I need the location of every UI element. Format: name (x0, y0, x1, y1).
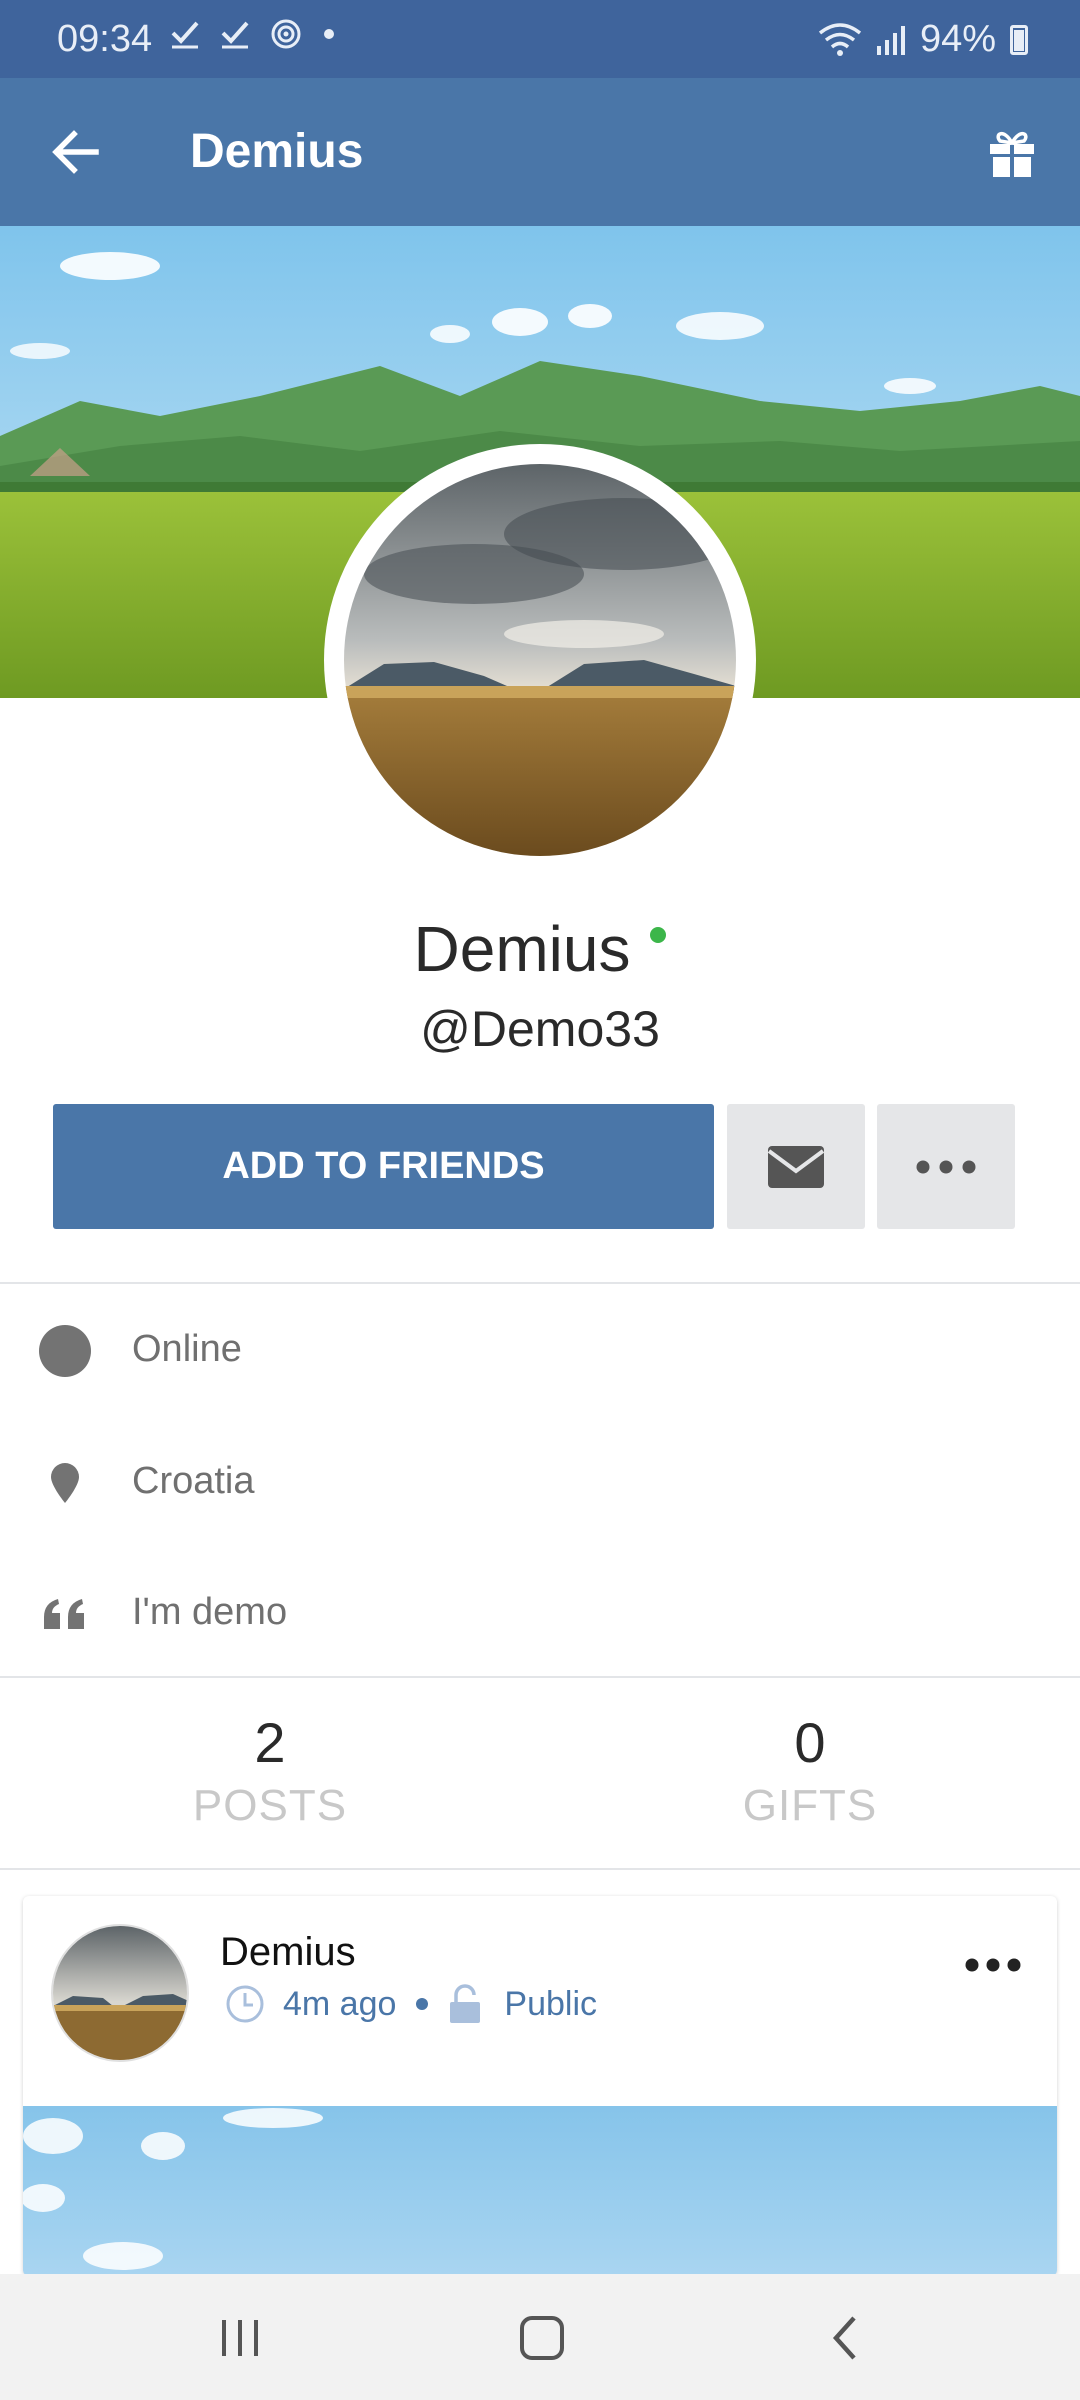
recent-apps-icon[interactable] (212, 2310, 268, 2366)
circle-icon (38, 1324, 92, 1378)
info-row-location: Croatia (0, 1436, 1080, 1526)
system-nav-bar (0, 2274, 1080, 2400)
separator-dot (416, 1998, 429, 2010)
avatar-image (344, 464, 736, 856)
stat-value: 0 (794, 1711, 826, 1774)
info-row-bio: I'm demo (0, 1567, 1080, 1657)
check-icon (171, 21, 199, 49)
unlock-icon (450, 1984, 481, 2023)
clock-icon (226, 1985, 264, 2023)
notification-icons (170, 18, 336, 50)
stat-label: POSTS (192, 1781, 348, 1830)
info-text: Croatia (132, 1460, 255, 1502)
wifi-icon (818, 22, 862, 56)
back-icon[interactable] (818, 2310, 874, 2366)
stat-posts[interactable]: 2 POSTS (0, 1710, 540, 1831)
home-icon[interactable] (514, 2310, 570, 2366)
more-dots-icon (916, 1160, 976, 1173)
battery-icon (1010, 24, 1028, 55)
divider (0, 1676, 1080, 1678)
divider (0, 1868, 1080, 1870)
status-bar: 09:34 94% (0, 0, 1080, 78)
battery-percent: 94% (919, 18, 996, 60)
info-row-status: Online (0, 1304, 1080, 1394)
app-bar: Demius (0, 78, 1080, 226)
more-dots-icon (965, 1958, 1021, 1972)
info-text: I'm demo (132, 1591, 288, 1633)
quote-icon (38, 1587, 92, 1641)
post-card[interactable]: Demius 4m ago Public (23, 1896, 1057, 2276)
gift-icon[interactable] (984, 124, 1040, 180)
location-pin-icon (38, 1456, 92, 1510)
page-title: Demius (190, 125, 364, 178)
message-button[interactable] (727, 1104, 865, 1229)
status-right: 94% (818, 18, 1028, 61)
envelope-icon (767, 1145, 825, 1188)
avatar[interactable] (344, 464, 736, 856)
post-author-avatar[interactable] (51, 1924, 189, 2062)
post-author-name[interactable]: Demius (220, 1930, 356, 1975)
stat-value: 2 (254, 1711, 286, 1774)
dot-icon (324, 29, 334, 39)
post-sky-image (23, 2106, 1057, 2276)
post-more-button[interactable] (965, 1958, 1021, 1977)
post-avatar-image (53, 1926, 187, 2060)
arrow-left-icon[interactable] (44, 120, 108, 184)
check-icon (221, 21, 249, 49)
online-indicator-icon (650, 927, 667, 943)
target-icon (271, 19, 301, 49)
more-options-button[interactable] (877, 1104, 1015, 1229)
divider (0, 1282, 1080, 1284)
stat-label: GIFTS (742, 1781, 878, 1830)
status-time: 09:34 (57, 18, 153, 60)
profile-handle: @Demo33 (420, 1001, 660, 1057)
info-text: Online (132, 1328, 242, 1370)
add-to-friends-button[interactable]: ADD TO FRIENDS (53, 1104, 714, 1229)
post-meta: 4m ago Public (225, 1984, 597, 2024)
profile-name-row: Demius (0, 912, 1080, 986)
stat-gifts[interactable]: 0 GIFTS (540, 1710, 1080, 1831)
post-image[interactable] (23, 2106, 1057, 2276)
signal-icon (876, 25, 905, 55)
post-privacy: Public (504, 1984, 598, 2023)
profile-name: Demius (413, 913, 631, 985)
post-time: 4m ago (283, 1984, 397, 2023)
